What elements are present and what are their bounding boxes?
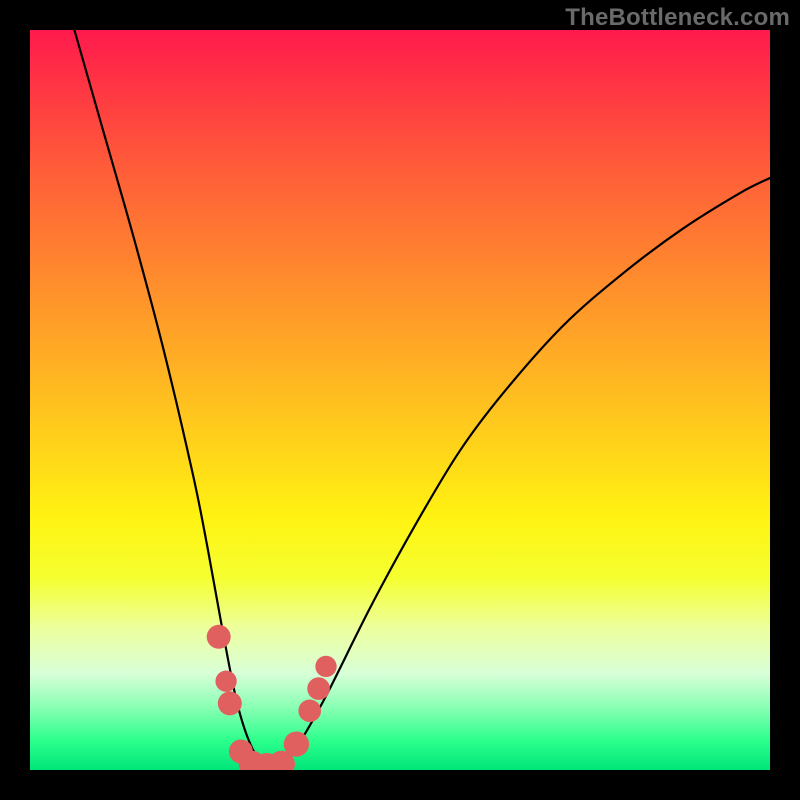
curve-marker bbox=[307, 677, 330, 700]
curve-marker bbox=[215, 671, 236, 692]
curve-marker bbox=[298, 699, 321, 722]
chart-plot-area bbox=[30, 30, 770, 770]
bottleneck-curve bbox=[74, 30, 770, 769]
curve-marker bbox=[218, 691, 242, 715]
curve-marker bbox=[207, 625, 231, 649]
chart-frame: TheBottleneck.com bbox=[0, 0, 800, 800]
chart-svg bbox=[30, 30, 770, 770]
watermark-text: TheBottleneck.com bbox=[565, 4, 790, 32]
curve-marker bbox=[284, 731, 309, 756]
curve-marker bbox=[315, 656, 336, 677]
